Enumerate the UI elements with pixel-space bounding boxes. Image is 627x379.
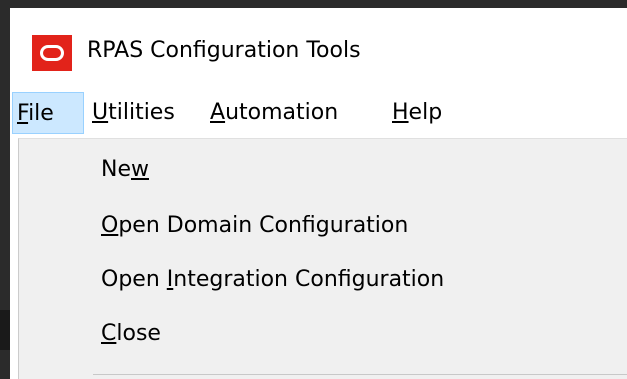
menu-item-open-integration-post: ntegration Configuration xyxy=(173,267,445,292)
app-window: RPAS Configuration Tools File Utilities … xyxy=(10,8,627,379)
top-window-edge xyxy=(0,0,627,8)
menu-item-close-post: lose xyxy=(116,321,161,346)
menu-utilities-label: tilities xyxy=(108,100,175,125)
title-bar: RPAS Configuration Tools xyxy=(10,8,627,90)
menu-item-new[interactable]: New xyxy=(101,157,149,182)
menu-item-open-domain-post: pen Domain Configuration xyxy=(118,213,409,238)
window-title: RPAS Configuration Tools xyxy=(87,38,361,63)
edge-notch xyxy=(0,310,10,350)
menu-file-accel: F xyxy=(17,101,29,126)
menu-bar: File Utilities Automation Help xyxy=(10,92,627,136)
menu-item-new-accel: w xyxy=(131,157,149,182)
menu-automation-label: utomation xyxy=(225,100,339,125)
menu-item-close[interactable]: Close xyxy=(101,321,161,346)
menu-utilities-accel: U xyxy=(92,100,109,125)
menu-help-accel: H xyxy=(392,100,409,125)
menu-help-label: elp xyxy=(408,100,443,125)
menu-item-open-integration-pre: Open xyxy=(101,267,167,292)
menu-automation-accel: A xyxy=(210,100,226,125)
menu-automation[interactable]: Automation xyxy=(210,92,338,134)
left-window-edge xyxy=(0,8,10,379)
menu-item-close-accel: C xyxy=(101,321,117,346)
menu-item-open-domain-accel: O xyxy=(101,213,119,238)
file-menu-dropdown: New Open Domain Configuration Open Integ… xyxy=(18,138,627,379)
menu-file[interactable]: File xyxy=(12,92,84,134)
menu-item-new-pre: Ne xyxy=(101,157,131,182)
screenshot-frame: RPAS Configuration Tools File Utilities … xyxy=(0,0,627,379)
menu-help[interactable]: Help xyxy=(392,92,442,134)
menu-separator xyxy=(93,374,627,375)
oracle-ring-shape xyxy=(40,45,64,61)
menu-utilities[interactable]: Utilities xyxy=(92,92,175,134)
menu-file-label: ile xyxy=(28,101,54,126)
oracle-logo-icon xyxy=(32,35,72,71)
menu-item-open-domain-configuration[interactable]: Open Domain Configuration xyxy=(101,213,408,238)
menu-item-open-integration-configuration[interactable]: Open Integration Configuration xyxy=(101,267,444,292)
